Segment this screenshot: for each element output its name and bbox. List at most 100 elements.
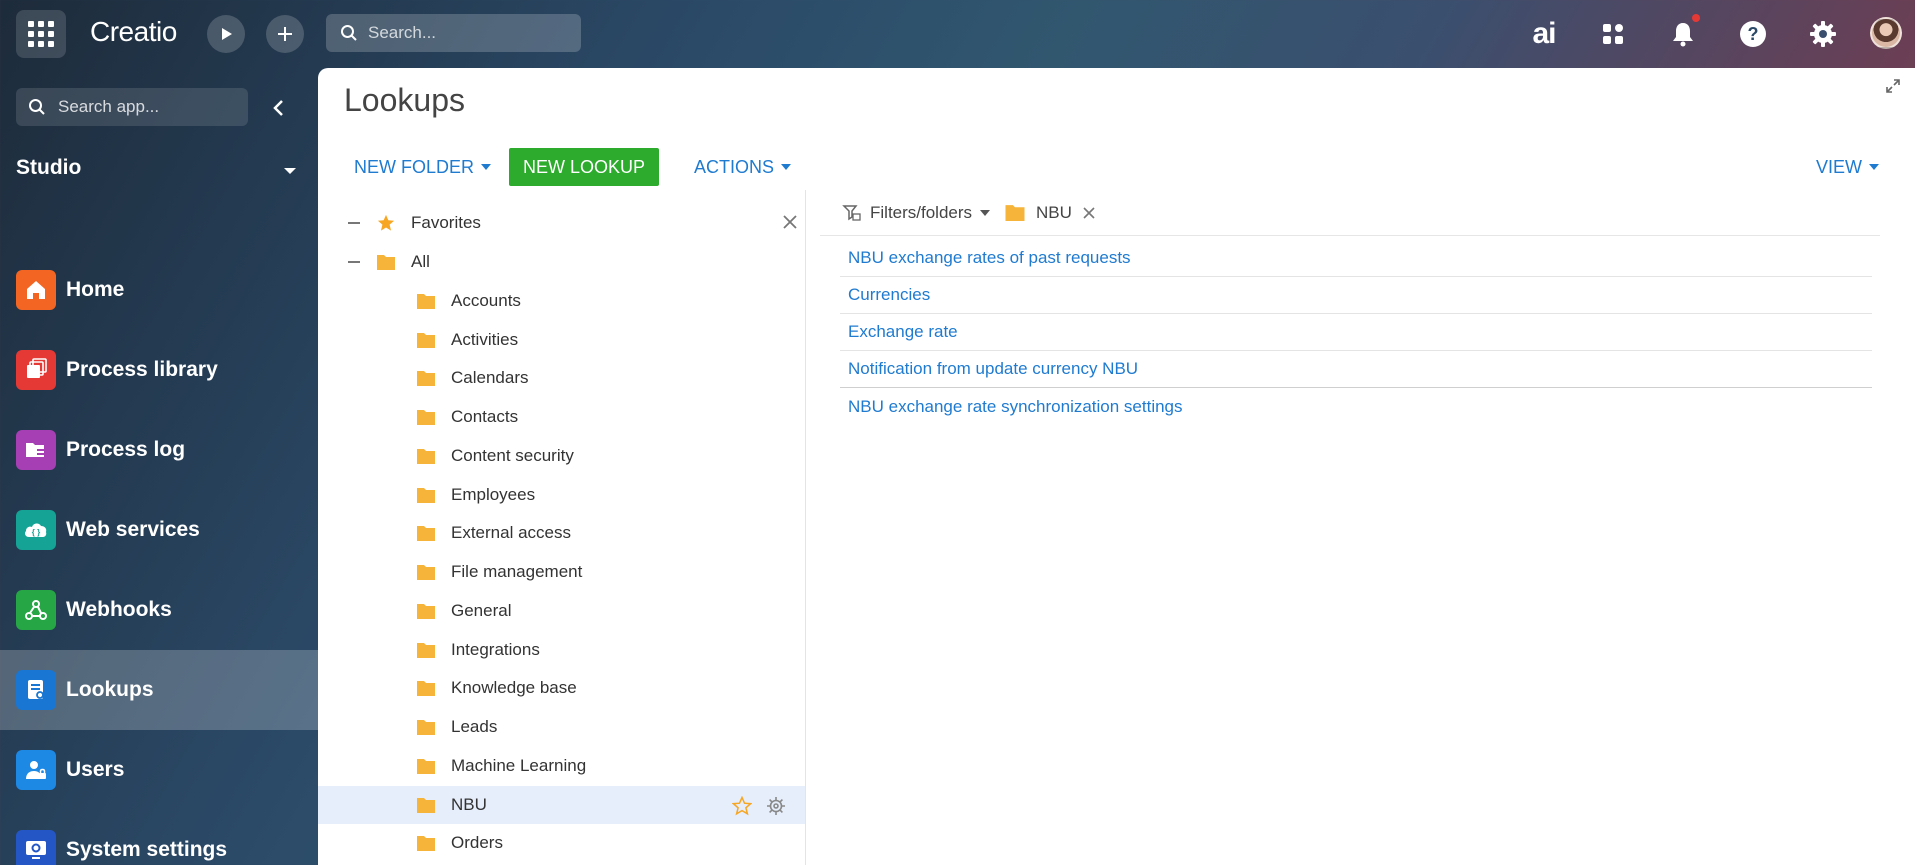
tree-item-folder[interactable]: Employees [318, 476, 805, 514]
sidebar: Studio Home Process library Process log … [0, 68, 318, 865]
tree-item-label: Integrations [451, 640, 540, 659]
sidebar-item-lookups[interactable]: Lookups [0, 650, 318, 730]
tree-item-folder[interactable]: Integrations [318, 631, 805, 669]
settings-button[interactable] [1803, 14, 1843, 54]
folder-row-actions [732, 796, 786, 816]
search-icon [29, 99, 45, 115]
page-title: Lookups [344, 82, 465, 118]
new-lookup-button[interactable]: NEW LOOKUP [509, 148, 660, 186]
sidebar-item-process-library[interactable]: Process library [0, 330, 318, 410]
tree-item-folder[interactable]: Content security [318, 437, 805, 475]
play-icon [222, 28, 232, 40]
app-launcher-button[interactable] [16, 10, 66, 58]
filters-folders-dropdown[interactable]: Filters/folders [870, 203, 972, 223]
tree-item-folder[interactable]: Leads [318, 708, 805, 746]
folder-icon [417, 410, 435, 425]
top-bar: Creatio ai ? [0, 0, 1915, 68]
tree-item-folder[interactable]: Accounts [318, 282, 805, 320]
folder-icon [1005, 205, 1025, 221]
view-label: VIEW [1815, 156, 1862, 177]
actions-label: ACTIONS [694, 156, 775, 177]
tree-item-folder[interactable]: Orders [318, 824, 805, 862]
tree-item-label: Accounts [451, 291, 521, 310]
apps-tiles-button[interactable] [1593, 14, 1633, 54]
new-folder-button[interactable]: NEW FOLDER [344, 148, 501, 186]
tree-item-folder[interactable]: General [318, 592, 805, 630]
tree-item-folder[interactable]: Calendars [318, 359, 805, 397]
gear-icon[interactable] [766, 796, 786, 816]
workspace-label: Studio [16, 156, 82, 179]
lookup-link[interactable]: Notification from update currency NBU [840, 351, 1872, 388]
sidebar-item-label: Users [66, 758, 125, 781]
tree-item-folder[interactable]: Contacts [318, 398, 805, 436]
run-process-button[interactable] [207, 15, 245, 53]
tree-item-folder[interactable]: Knowledge base [318, 669, 805, 707]
expand-icon[interactable] [1885, 78, 1901, 94]
tree-item-folder-selected[interactable]: NBU [318, 786, 805, 824]
lookup-content: Filters/folders NBU NBU exchange rates o… [820, 190, 1880, 790]
sidebar-item-webhooks[interactable]: Webhooks [0, 570, 318, 650]
tree-item-label: Orders [451, 833, 503, 852]
home-icon [16, 270, 56, 310]
tree-item-folder[interactable]: External access [318, 514, 805, 552]
sidebar-item-system-settings[interactable]: System settings [0, 810, 318, 865]
tree-item-all[interactable]: All [318, 243, 805, 281]
sidebar-item-home[interactable]: Home [0, 250, 318, 330]
create-button[interactable] [266, 15, 304, 53]
process-log-icon [16, 430, 56, 470]
chevron-down-icon [284, 168, 296, 174]
tree-item-label: All [411, 252, 430, 271]
view-button[interactable]: VIEW [1806, 148, 1889, 186]
lookup-link[interactable]: Currencies [840, 277, 1872, 314]
tree-item-label: Knowledge base [451, 678, 577, 697]
lookup-list: NBU exchange rates of past requests Curr… [840, 240, 1872, 425]
tree-item-label: General [451, 601, 512, 620]
web-services-icon: { } [16, 510, 56, 550]
workspace-selector[interactable]: Studio [16, 156, 296, 186]
system-settings-icon [16, 830, 56, 865]
sidebar-item-web-services[interactable]: { } Web services [0, 490, 318, 570]
user-avatar[interactable] [1870, 17, 1902, 49]
favorite-star-icon[interactable] [732, 796, 752, 816]
tree-item-label: Contacts [451, 407, 519, 426]
tree-item-folder[interactable]: Activities [318, 321, 805, 359]
tree-item-label: NBU [451, 795, 487, 814]
sidebar-item-label: Home [66, 278, 125, 301]
folder-icon [417, 643, 435, 658]
chevron-down-icon [481, 164, 492, 170]
tiles-icon [1603, 24, 1623, 44]
collapse-icon[interactable] [348, 261, 360, 263]
gear-icon [1810, 21, 1836, 47]
folder-tree: Favorites All Accounts Activities Calend… [318, 190, 806, 865]
sidebar-item-process-log[interactable]: Process log [0, 410, 318, 490]
app-search-input[interactable] [58, 88, 238, 126]
tree-item-label: Calendars [451, 368, 529, 387]
folder-icon [417, 798, 435, 813]
lookups-icon [16, 670, 56, 710]
filter-icon [842, 204, 861, 221]
tree-item-folder[interactable]: File management [318, 553, 805, 591]
folder-icon [417, 294, 435, 309]
help-button[interactable]: ? [1733, 14, 1773, 54]
tree-item-folder[interactable]: Machine Learning [318, 747, 805, 785]
collapse-sidebar-button[interactable] [266, 96, 290, 120]
lookup-link[interactable]: NBU exchange rates of past requests [840, 240, 1872, 277]
global-search-input[interactable] [368, 14, 568, 52]
lookup-link[interactable]: NBU exchange rate synchronization settin… [840, 388, 1872, 425]
active-folder-filter: NBU [1036, 202, 1072, 222]
grid-icon [28, 21, 54, 47]
close-icon[interactable] [1082, 206, 1096, 220]
chevron-down-icon [781, 164, 792, 170]
chevron-down-icon [980, 209, 991, 216]
collapse-icon[interactable] [348, 222, 360, 224]
tree-item-favorites[interactable]: Favorites [318, 204, 805, 242]
actions-button[interactable]: ACTIONS [684, 148, 801, 186]
creatio-logo[interactable]: Creatio [90, 16, 177, 48]
app-search[interactable] [16, 88, 248, 126]
lookup-link[interactable]: Exchange rate [840, 314, 1872, 351]
global-search[interactable] [326, 14, 581, 52]
sidebar-item-label: Process log [66, 438, 186, 461]
toolbar: NEW FOLDER NEW LOOKUP ACTIONS VIEW [344, 148, 1889, 186]
ai-assistant-button[interactable]: ai [1524, 14, 1564, 54]
sidebar-item-users[interactable]: Users [0, 730, 318, 810]
